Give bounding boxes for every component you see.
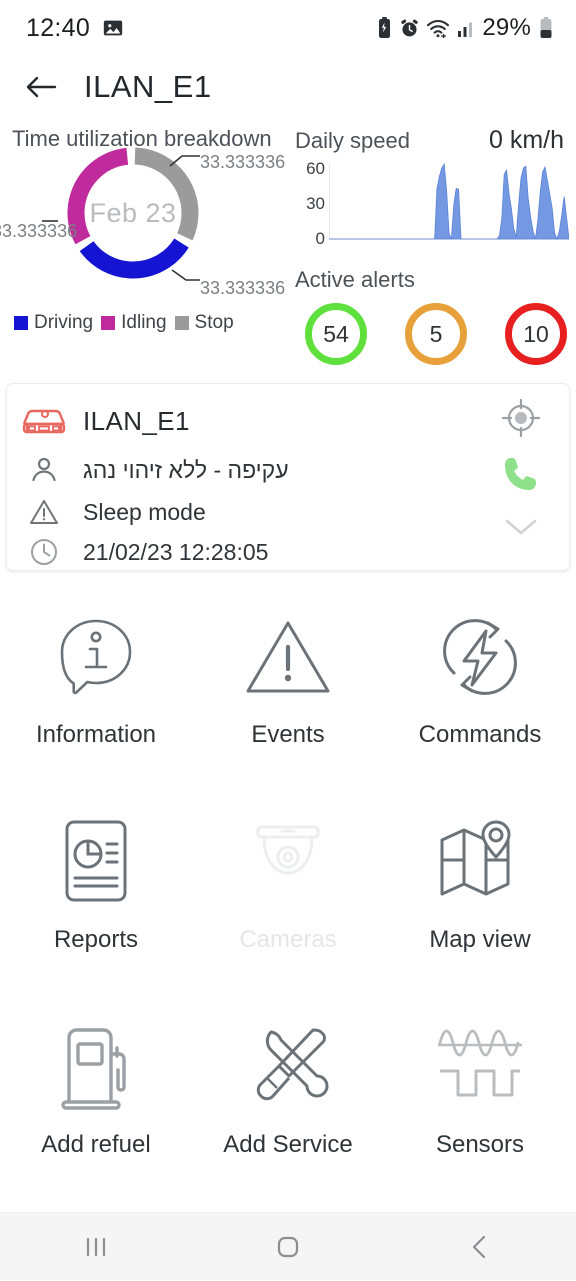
status-bar-right: 29%	[376, 14, 554, 42]
donut-label-idling: 33.333336	[0, 221, 78, 241]
events-warning-icon	[242, 605, 334, 709]
action-information-label: Information	[35, 721, 157, 748]
daily-speed-chart: 60 30 0	[291, 159, 569, 255]
actions-grid-row-2: Reports Cameras Map view	[0, 810, 576, 1015]
image-icon	[102, 17, 124, 39]
daily-speed-plot	[329, 163, 569, 241]
vehicle-card[interactable]: ILAN_E1 עקיפה - ללא זיהוי נהג Sleep mode…	[6, 383, 570, 571]
vehicle-card-name: ILAN_E1	[83, 405, 190, 436]
warning-triangle-icon	[21, 498, 67, 526]
alert-ring-red[interactable]: 10	[505, 303, 567, 365]
status-bar: 12:40 29%	[0, 0, 576, 56]
action-add-refuel[interactable]: Add refuel	[0, 1015, 192, 1220]
legend-swatch-driving	[14, 316, 28, 330]
sensors-wave-icon	[432, 1015, 528, 1119]
active-alerts-row: 54 5 10	[285, 293, 576, 365]
action-sensors[interactable]: Sensors	[384, 1015, 576, 1220]
daily-speed-title: Daily speed	[295, 128, 410, 153]
status-bar-left: 12:40	[26, 14, 124, 43]
active-alerts-title: Active alerts	[295, 267, 415, 292]
car-icon	[21, 404, 67, 438]
action-map-view[interactable]: Map view	[384, 810, 576, 1015]
back-arrow-icon[interactable]	[24, 70, 58, 104]
speed-alerts-panel: Daily speed 0 km/h 60 30 0 Active alerts…	[285, 118, 576, 365]
action-events-label: Events	[251, 721, 325, 748]
daily-speed-yaxis: 60 30 0	[291, 159, 325, 248]
locate-icon[interactable]	[491, 396, 551, 440]
legend-label-driving: Driving	[34, 312, 94, 333]
app-bar: ILAN_E1	[0, 56, 576, 118]
action-add-service-label: Add Service	[223, 1131, 353, 1158]
action-map-view-label: Map view	[429, 926, 531, 953]
battery-saver-icon	[376, 17, 393, 39]
vehicle-card-driver: עקיפה - ללא זיהוי נהג	[83, 456, 289, 483]
wifi-icon	[426, 18, 450, 40]
vehicle-card-status-row: Sleep mode	[7, 492, 569, 532]
legend-label-stop: Stop	[194, 312, 234, 333]
legend-swatch-idling	[101, 316, 116, 330]
action-events[interactable]: Events	[192, 605, 384, 810]
vehicle-card-status: Sleep mode	[83, 498, 206, 525]
service-tools-icon	[243, 1015, 333, 1119]
map-view-icon	[432, 810, 528, 914]
action-information[interactable]: Information	[0, 605, 192, 810]
ytick-0: 0	[315, 229, 325, 248]
ytick-60: 60	[306, 159, 325, 178]
time-utilization-donut: Feb 23 33.333336 33.333336 33.333336	[0, 147, 286, 298]
actions-grid-row-1: Information Events Commands	[0, 605, 576, 810]
alert-ring-orange[interactable]: 5	[405, 303, 467, 365]
information-icon	[52, 605, 140, 709]
action-cameras-label: Cameras	[239, 926, 337, 953]
action-cameras: Cameras	[192, 810, 384, 1015]
actions-grid: Information Events Commands Reports Came…	[0, 571, 576, 1220]
fuel-pump-icon	[53, 1015, 139, 1119]
commands-lightning-icon	[434, 605, 526, 709]
donut-legend: Driving Idling Stop	[0, 298, 285, 334]
action-commands[interactable]: Commands	[384, 605, 576, 810]
battery-icon	[538, 17, 554, 39]
daily-speed-header: Daily speed 0 km/h	[285, 118, 576, 155]
legend-swatch-stop	[174, 316, 189, 330]
home-icon[interactable]	[228, 1213, 348, 1281]
status-bar-clock: 12:40	[26, 13, 91, 42]
vehicle-card-time-row: 21/02/23 12:28:05	[7, 532, 569, 572]
alert-ring-green[interactable]: 54	[305, 303, 367, 365]
clock-icon	[21, 537, 67, 567]
back-icon[interactable]	[420, 1213, 540, 1281]
legend-item-driving: Driving	[14, 312, 93, 334]
time-utilization-panel: Time utilization breakdown Feb 23 33.333…	[0, 118, 285, 365]
battery-percent-label: 29%	[482, 14, 531, 41]
reports-icon	[55, 810, 137, 914]
vehicle-card-timestamp: 21/02/23 12:28:05	[83, 538, 269, 565]
vehicle-card-actions	[491, 384, 551, 570]
action-add-refuel-label: Add refuel	[41, 1131, 151, 1158]
action-reports[interactable]: Reports	[0, 810, 192, 1015]
call-icon[interactable]	[491, 452, 551, 496]
legend-item-stop: Stop	[174, 312, 234, 334]
actions-grid-row-3: Add refuel Add Service Sensors	[0, 1015, 576, 1220]
action-add-service[interactable]: Add Service	[192, 1015, 384, 1220]
camera-icon	[240, 810, 336, 914]
signal-icon	[457, 18, 475, 38]
alarm-icon	[400, 18, 419, 39]
page-title: ILAN_E1	[84, 69, 212, 104]
expand-icon[interactable]	[491, 514, 551, 540]
ytick-30: 30	[306, 194, 325, 213]
android-nav-bar	[0, 1212, 576, 1280]
legend-label-idling: Idling	[121, 312, 167, 333]
daily-speed-value: 0 km/h	[488, 126, 564, 154]
donut-label-driving: 33.333336	[200, 278, 286, 298]
vehicle-card-driver-row: עקיפה - ללא זיהוי נהג	[7, 448, 569, 492]
vehicle-card-name-row: ILAN_E1	[7, 394, 569, 448]
action-commands-label: Commands	[418, 721, 542, 748]
donut-label-stop: 33.333336	[200, 152, 286, 172]
action-reports-label: Reports	[53, 926, 139, 953]
dashboard-top: Time utilization breakdown Feb 23 33.333…	[0, 118, 576, 365]
legend-item-idling: Idling	[101, 312, 167, 334]
person-icon	[21, 455, 67, 485]
action-sensors-label: Sensors	[435, 1131, 525, 1158]
recents-icon[interactable]	[36, 1213, 156, 1281]
